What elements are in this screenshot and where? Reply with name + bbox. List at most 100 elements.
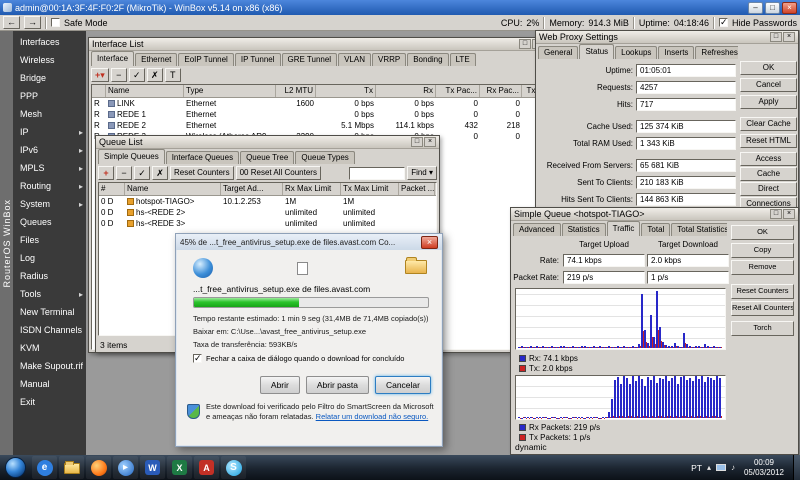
network-tray-icon[interactable] (715, 464, 726, 471)
interface-list-tab-lte[interactable]: LTE (449, 53, 476, 66)
queue-row[interactable]: 0 D hs-<REDE 2> unlimited unlimited (99, 207, 436, 218)
reset-all-counters-button[interactable]: Reset All Counters (731, 301, 794, 316)
interface-list-tab-ethernet[interactable]: Ethernet (135, 53, 178, 66)
web-proxy-tab-inserts[interactable]: Inserts (658, 46, 695, 59)
close-icon[interactable]: × (783, 32, 795, 42)
enable-button[interactable]: ✓ (128, 68, 145, 82)
column-header-name[interactable]: Name (106, 85, 184, 97)
column-header-flag[interactable] (92, 85, 106, 97)
copy-button[interactable]: Copy (731, 243, 794, 258)
simple-queue-titlebar[interactable]: Simple Queue <hotspot-TIAGO> □ × (511, 208, 798, 221)
column-select-icon[interactable]: ▾ (435, 183, 436, 195)
restore-icon[interactable]: □ (770, 209, 782, 219)
queue-list-tab-queue-tree[interactable]: Queue Tree (240, 151, 295, 164)
column-header-tx-pac[interactable]: Tx Pac... (436, 85, 480, 97)
clock[interactable]: 00:09 05/03/2012 (740, 458, 788, 478)
interface-row[interactable]: RREDE 2Ethernet5.1 Mbps114.1 kbps4322180… (92, 120, 544, 131)
sidebar-item-routing[interactable]: Routing ▸ (13, 177, 86, 195)
column-header-tx[interactable]: Tx (316, 85, 376, 97)
sidebar-item-new-terminal[interactable]: New Terminal (13, 303, 86, 321)
cache-button[interactable]: Cache (740, 167, 797, 181)
column-header-rx-pac[interactable]: Rx Pac... (480, 85, 522, 97)
interface-row[interactable]: RLINKEthernet16000 bps0 bps0000 (92, 98, 544, 109)
column-header-type[interactable]: Type (184, 85, 276, 97)
acrobat-icon[interactable]: A (194, 456, 219, 479)
interface-list-tab-bonding[interactable]: Bonding (407, 53, 449, 66)
column-header-rx-max-limit[interactable]: Rx Max Limit (283, 183, 341, 195)
sidebar-item-kvm[interactable]: KVM (13, 339, 86, 357)
sidebar-item-bridge[interactable]: Bridge (13, 69, 86, 87)
web-proxy-tab-status[interactable]: Status (579, 44, 615, 59)
abrir-button[interactable]: Abrir (259, 376, 300, 394)
simple-queue-tab-total[interactable]: Total (641, 223, 671, 236)
queue-list-tab-queue-types[interactable]: Queue Types (295, 151, 355, 164)
redo-button[interactable]: → (24, 16, 41, 29)
abrir-pasta-button[interactable]: Abrir pasta (305, 376, 369, 394)
excel-icon[interactable]: X (167, 456, 192, 479)
web-proxy-tab-refreshes[interactable]: Refreshes (695, 46, 738, 59)
column-header-name[interactable]: Name (125, 183, 221, 195)
interface-list-tab-gre-tunnel[interactable]: GRE Tunnel (281, 53, 338, 66)
cancel-button[interactable]: Cancel (740, 78, 797, 92)
interface-list-tab-vrrp[interactable]: VRRP (371, 53, 407, 66)
close-when-done-checkbox[interactable]: Fechar a caixa de diálogo quando o downl… (193, 353, 404, 364)
firefox-icon[interactable] (86, 456, 111, 479)
close-button[interactable]: × (782, 1, 797, 14)
column-header-rx[interactable]: Rx (376, 85, 436, 97)
close-icon[interactable]: × (421, 235, 438, 249)
ok-button[interactable]: OK (731, 225, 794, 240)
volume-tray-icon[interactable]: ♪ (731, 463, 735, 472)
web-proxy-tab-general[interactable]: General (538, 46, 579, 59)
column-header-l2-mtu[interactable]: L2 MTU (276, 85, 316, 97)
column-header-tx-max-limit[interactable]: Tx Max Limit (341, 183, 399, 195)
restore-icon[interactable]: □ (411, 137, 423, 147)
close-icon[interactable]: × (424, 137, 436, 147)
download-dialog-titlebar[interactable]: 45% de ...t_free_antivirus_setup.exe de … (176, 234, 442, 250)
sidebar-item-queues[interactable]: Queues (13, 213, 86, 231)
interface-row[interactable]: RREDE 1Ethernet0 bps0 bps0000 (92, 109, 544, 120)
interface-list-tab-vlan[interactable]: VLAN (338, 53, 371, 66)
main-titlebar[interactable]: admin@00:1A:3F:4F:F0:2F (MikroTik) - Win… (0, 0, 800, 15)
remove-button[interactable]: Remove (731, 260, 794, 275)
tray-expand-icon[interactable]: ▴ (707, 463, 711, 472)
column-header-packet[interactable]: Packet ... (399, 183, 435, 195)
ok-button[interactable]: OK (740, 61, 797, 75)
word-icon[interactable]: W (140, 456, 165, 479)
sidebar-item-interfaces[interactable]: Interfaces (13, 33, 86, 51)
queue-row[interactable]: 0 D hotspot-TIAGO> 10.1.2.253 1M 1M (99, 196, 436, 207)
sidebar-item-isdn-channels[interactable]: ISDN Channels (13, 321, 86, 339)
simple-queue-tab-advanced[interactable]: Advanced (513, 223, 561, 236)
queue-list-tab-interface-queues[interactable]: Interface Queues (165, 151, 240, 164)
web-proxy-titlebar[interactable]: Web Proxy Settings □ × (536, 31, 798, 44)
web-proxy-tab-lookups[interactable]: Lookups (615, 46, 658, 59)
safe-mode-checkbox[interactable] (51, 18, 60, 27)
skype-icon[interactable]: S (221, 456, 246, 479)
reset-all-counters-button[interactable]: 00 Reset All Counters (235, 166, 321, 180)
sidebar-item-make-supout-rif[interactable]: Make Supout.rif (13, 357, 86, 375)
reset-counters-button[interactable]: Reset Counters (170, 166, 234, 180)
cancelar-button[interactable]: Cancelar (374, 376, 431, 394)
windows-explorer-icon[interactable] (59, 456, 84, 479)
sidebar-item-system[interactable]: System ▸ (13, 195, 86, 213)
interface-list-tab-ip-tunnel[interactable]: IP Tunnel (234, 53, 281, 66)
remove-button[interactable]: − (116, 166, 132, 180)
find-button[interactable]: Find ▾ (407, 166, 437, 180)
start-button[interactable] (5, 457, 26, 478)
reset-counters-button[interactable]: Reset Counters (731, 284, 794, 299)
internet-explorer-icon[interactable]: e (32, 456, 57, 479)
filter-icon[interactable]: T (164, 68, 181, 82)
restore-icon[interactable]: □ (519, 39, 531, 49)
column-header-item[interactable]: # (99, 183, 125, 195)
interface-list-tab-interface[interactable]: Interface (91, 51, 135, 66)
disable-button[interactable]: ✗ (152, 166, 168, 180)
clear-cache-button[interactable]: Clear Cache (740, 117, 797, 131)
simple-queue-tab-total-statistics[interactable]: Total Statistics (671, 223, 727, 236)
reset-html-button[interactable]: Reset HTML (740, 134, 797, 148)
interface-list-titlebar[interactable]: Interface List □ × (89, 38, 547, 51)
add-button[interactable]: +▾ (91, 68, 109, 82)
report-unsafe-link[interactable]: Relatar um download não seguro. (316, 412, 429, 421)
sidebar-item-log[interactable]: Log (13, 249, 86, 267)
media-player-icon[interactable]: ▸ (113, 456, 138, 479)
close-icon[interactable]: × (783, 209, 795, 219)
queue-row[interactable]: 0 D hs-<REDE 3> unlimited unlimited (99, 218, 436, 229)
